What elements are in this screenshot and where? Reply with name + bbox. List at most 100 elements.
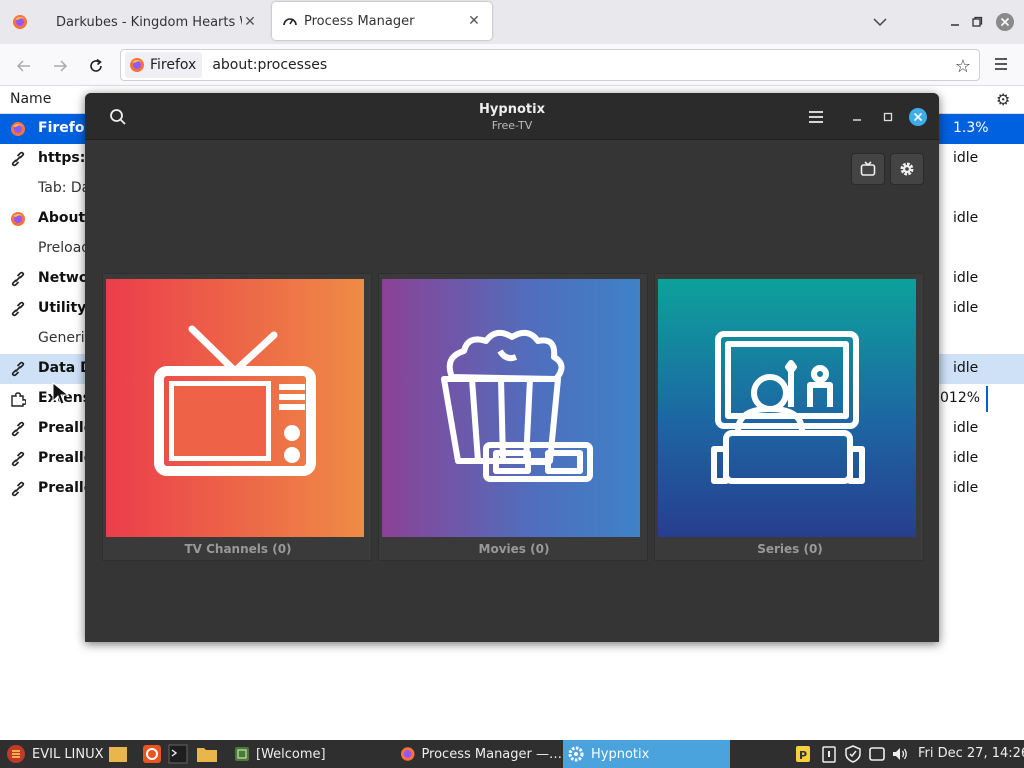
minimize-icon bbox=[853, 119, 861, 121]
tv-mode-button[interactable] bbox=[851, 153, 885, 185]
gear-icon[interactable]: ⚙ bbox=[996, 90, 1010, 109]
taskbar-item-hypnotix[interactable]: Hypnotix bbox=[563, 740, 730, 768]
launcher-browser[interactable] bbox=[142, 740, 162, 768]
firefox-icon bbox=[10, 211, 26, 227]
restore-icon bbox=[972, 16, 983, 27]
process-cpu: idle bbox=[953, 450, 979, 466]
hypnotix-maximize-button[interactable] bbox=[879, 108, 897, 126]
link-icon bbox=[10, 481, 26, 497]
tab-process-manager[interactable]: Process Manager ✕ bbox=[272, 2, 492, 40]
identity-box[interactable]: Firefox bbox=[125, 52, 203, 78]
process-name: https:/ bbox=[38, 150, 91, 166]
launcher-terminal[interactable] bbox=[168, 740, 188, 768]
window-close-button[interactable] bbox=[994, 11, 1016, 33]
link-icon bbox=[10, 271, 26, 287]
puzzle-icon bbox=[10, 391, 27, 407]
start-menu-button[interactable]: EVIL LINUX bbox=[6, 740, 104, 768]
launcher-files[interactable] bbox=[108, 740, 128, 768]
arrow-left-icon bbox=[16, 60, 30, 72]
hypnotix-close-button[interactable] bbox=[908, 107, 928, 127]
column-header-name[interactable]: Name bbox=[10, 91, 51, 107]
movies-artwork bbox=[382, 279, 640, 537]
preferences-button[interactable] bbox=[890, 153, 924, 185]
minimize-button[interactable] bbox=[944, 11, 966, 33]
process-name: Tab: Da bbox=[38, 180, 91, 196]
link-icon bbox=[10, 421, 26, 437]
process-cpu: idle bbox=[953, 270, 979, 286]
link-icon bbox=[10, 151, 26, 167]
gear-icon bbox=[900, 162, 914, 176]
navigation-bar: Firefox about:processes ☆ bbox=[0, 44, 1024, 86]
firefox-icon bbox=[143, 745, 161, 763]
clock[interactable]: Fri Dec 27, 14:26 bbox=[918, 746, 1024, 761]
process-cpu: 012% bbox=[940, 390, 981, 406]
link-icon bbox=[10, 301, 26, 317]
close-icon[interactable]: ✕ bbox=[242, 14, 258, 30]
process-name: Utility bbox=[38, 300, 87, 316]
process-cpu: idle bbox=[953, 420, 979, 436]
taskbar-item-label: Hypnotix bbox=[591, 746, 650, 762]
firefox-icon bbox=[10, 121, 26, 137]
arrow-right-icon bbox=[54, 60, 68, 72]
gauge-icon bbox=[283, 18, 297, 26]
tv-channels-card[interactable]: TV Channels (0) bbox=[102, 273, 372, 561]
close-icon bbox=[996, 13, 1014, 31]
process-cpu: 1.3% bbox=[953, 120, 989, 136]
tab-bar: Darkubes - Kingdom Hearts Wi ✕ Process M… bbox=[0, 0, 1024, 44]
menu-icon[interactable] bbox=[990, 53, 1012, 75]
tab-darkubes[interactable]: Darkubes - Kingdom Hearts Wi ✕ bbox=[40, 0, 268, 44]
chevron-down-icon[interactable] bbox=[870, 12, 890, 32]
movies-card[interactable]: Movies (0) bbox=[378, 273, 648, 561]
process-cpu: idle bbox=[953, 360, 979, 376]
menu-icon bbox=[809, 111, 823, 123]
taskbar-item-process-manager[interactable]: Process Manager —… bbox=[396, 740, 562, 768]
linux-logo-icon bbox=[7, 745, 25, 763]
terminal-icon bbox=[168, 744, 188, 764]
launcher-folder[interactable] bbox=[196, 740, 218, 768]
firefox-view-button[interactable] bbox=[0, 0, 40, 44]
url-text[interactable]: about:processes bbox=[212, 57, 327, 73]
svg-text:P: P bbox=[799, 749, 807, 762]
series-card[interactable]: Series (0) bbox=[654, 273, 924, 561]
close-icon[interactable]: ✕ bbox=[466, 13, 482, 29]
process-cpu: idle bbox=[953, 210, 979, 226]
card-caption: TV Channels (0) bbox=[184, 542, 292, 556]
card-caption: Series (0) bbox=[757, 542, 823, 556]
taskbar-item-welcome[interactable]: [Welcome] bbox=[230, 740, 395, 768]
tab-title: Darkubes - Kingdom Hearts Wi bbox=[56, 14, 242, 30]
shield-icon[interactable] bbox=[844, 745, 862, 763]
hypnotix-menu-button[interactable] bbox=[805, 106, 827, 128]
clipboard-icon[interactable]: P bbox=[794, 745, 812, 763]
reload-button[interactable] bbox=[84, 54, 108, 78]
maximize-button[interactable] bbox=[966, 11, 988, 33]
process-name: About bbox=[38, 210, 86, 226]
link-icon bbox=[10, 451, 26, 467]
process-cpu: idle bbox=[953, 150, 979, 166]
firefox-icon bbox=[130, 58, 144, 72]
hypnotix-minimize-button[interactable] bbox=[848, 108, 866, 126]
close-icon bbox=[909, 108, 927, 126]
window-icon[interactable] bbox=[868, 745, 886, 763]
tv-icon bbox=[860, 161, 876, 176]
back-button[interactable] bbox=[12, 54, 36, 78]
forward-button[interactable] bbox=[48, 54, 72, 78]
notes-icon[interactable] bbox=[820, 745, 838, 763]
link-icon bbox=[10, 361, 26, 377]
tab-title: Process Manager bbox=[304, 13, 415, 29]
tv-channels-artwork bbox=[106, 279, 364, 537]
start-menu-label: EVIL LINUX bbox=[32, 746, 104, 762]
reload-icon bbox=[90, 58, 102, 72]
process-cpu: idle bbox=[953, 300, 979, 316]
star-icon[interactable]: ☆ bbox=[955, 56, 971, 77]
taskbar: EVIL LINUX [Welcome] Process Manager —… … bbox=[0, 740, 1024, 768]
url-bar[interactable]: Firefox about:processes ☆ bbox=[120, 49, 980, 81]
hypnotix-window: Hypnotix Free-TV TV Channels (0) Movies … bbox=[85, 93, 939, 642]
firefox-icon bbox=[13, 15, 27, 29]
process-name: Preload bbox=[38, 240, 91, 256]
firefox-icon bbox=[400, 747, 415, 761]
hypnotix-titlebar: Hypnotix Free-TV bbox=[85, 93, 939, 140]
folder-icon bbox=[197, 748, 217, 762]
tv-icon bbox=[154, 325, 316, 476]
series-icon bbox=[711, 331, 865, 484]
volume-icon[interactable] bbox=[891, 745, 909, 763]
